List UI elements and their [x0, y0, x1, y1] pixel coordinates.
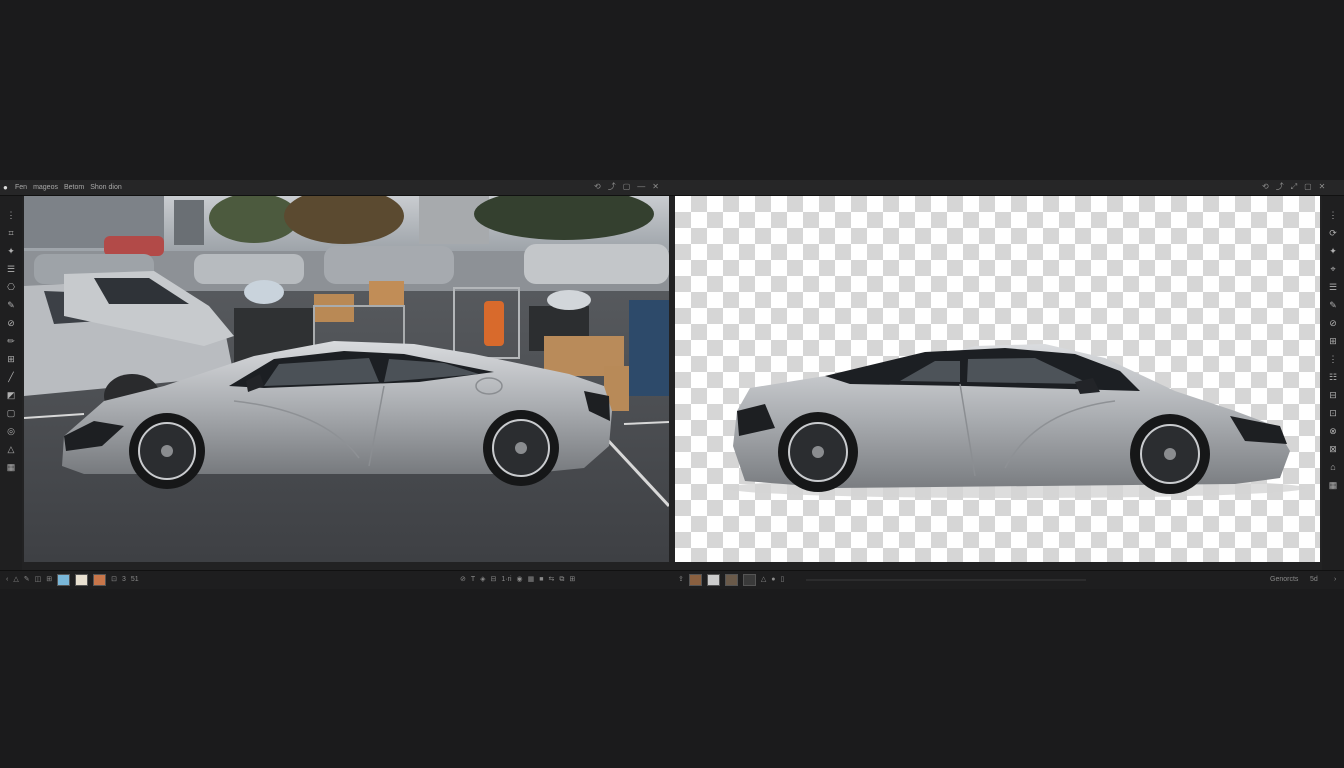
thumbnail[interactable]	[75, 574, 89, 586]
editor-window: ● Fen mageos Betom Shon dion ⟲ ⤴ ▢ — ✕ ⟲…	[0, 180, 1344, 589]
bottom-mid-tools: ⊘ T ◈ ⊟ 1·ri ◉ ▦ ■ ⇆ ⧉ ⊞	[460, 573, 575, 587]
tool-icon[interactable]: ✎	[4, 298, 18, 312]
maximize-icon[interactable]: ▢	[1304, 181, 1312, 193]
bottom-toolbar: ‹ △ ✎ ◫ ⊞ ⊡ 3 51 ⊘ T ◈ ⊟ 1·ri ◉ ▦ ■ ⇆ ⧉ …	[0, 570, 1344, 589]
undo-icon[interactable]: ⟲	[1262, 181, 1269, 193]
tool-icon[interactable]: ⊞	[4, 352, 18, 366]
tool-icon[interactable]: ⊗	[1326, 424, 1340, 438]
tool-icon[interactable]: ▦	[4, 460, 18, 474]
menu-item[interactable]: Shon dion	[90, 182, 122, 193]
tool-icon[interactable]: ⊘	[4, 316, 18, 330]
menu-item[interactable]: mageos	[33, 182, 58, 193]
original-image-canvas[interactable]	[24, 196, 669, 562]
shape-tool-icon[interactable]: △	[13, 573, 18, 587]
right-panel-controls: ⟲ ⤴ ⤢ ▢ ✕	[1262, 181, 1325, 193]
main-car-cutout	[733, 344, 1290, 494]
adjust-icon[interactable]: ◈	[480, 573, 485, 587]
text-tool-icon[interactable]: T	[471, 573, 475, 587]
status-label: 5d	[1310, 576, 1318, 583]
tool-icon[interactable]: ╱	[4, 370, 18, 384]
layers-icon[interactable]: ◫	[35, 573, 42, 587]
tool-icon[interactable]: △	[4, 442, 18, 456]
tool-icon[interactable]: ▦	[1326, 478, 1340, 492]
tool-icon[interactable]: ⊡	[1326, 406, 1340, 420]
app-logo-icon: ●	[3, 183, 8, 192]
original-photo	[24, 196, 669, 562]
tool-icon[interactable]: ✦	[1326, 244, 1340, 258]
tool-icon[interactable]: ⊠	[1326, 442, 1340, 456]
brush-tool-icon[interactable]: ✎	[24, 573, 30, 587]
fill-icon[interactable]: ▦	[528, 573, 535, 587]
tool-icon[interactable]: ☰	[4, 262, 18, 276]
close-icon[interactable]: ✕	[652, 181, 659, 193]
stop-icon[interactable]: ■	[539, 573, 543, 587]
tool-icon[interactable]: ✏	[4, 334, 18, 348]
expand-icon[interactable]: ⤢	[1291, 181, 1297, 193]
thumbnail[interactable]	[706, 574, 720, 586]
left-toolbar: ⋮ ⌗ ✦ ☰ ⎔ ✎ ⊘ ✏ ⊞ ╱ ◩ ▢ ◎ △ ▦	[0, 196, 22, 572]
bottom-text: 3	[121, 576, 126, 583]
minimize-icon[interactable]: —	[637, 181, 645, 193]
tool-icon[interactable]: ⊞	[1326, 334, 1340, 348]
status-label: Genorcts	[1270, 576, 1299, 583]
next-arrow-icon[interactable]: ›	[1334, 573, 1336, 587]
right-toolbar: ⋮ ⟳ ✦ ⌖ ☰ ✎ ⊘ ⊞ ⋮ ☷ ⊟ ⊡ ⊗ ⊠ ⌂ ▦	[1322, 196, 1344, 572]
tool-icon[interactable]: ✦	[4, 244, 18, 258]
tool-icon[interactable]: ⊘	[1326, 316, 1340, 330]
menu-item[interactable]: Betom	[64, 182, 84, 193]
grid-icon[interactable]: ⊞	[569, 573, 575, 587]
share-icon[interactable]: ⤴	[1276, 181, 1284, 193]
flip-icon[interactable]: ⇆	[549, 573, 555, 587]
shape-tool-icon[interactable]: △	[761, 573, 766, 587]
undo-icon[interactable]: ⟲	[594, 181, 601, 193]
tool-icon[interactable]: ⋮	[1326, 208, 1340, 222]
crop-icon[interactable]: ⊡	[111, 573, 117, 587]
tool-icon[interactable]: ◎	[4, 424, 18, 438]
filter-icon[interactable]: ⊘	[460, 573, 466, 587]
thumbnail[interactable]	[742, 574, 756, 586]
tool-icon[interactable]: ✎	[1326, 298, 1340, 312]
bottom-text: 51	[130, 576, 139, 583]
cutout-image-canvas[interactable]	[675, 196, 1320, 562]
bottom-right-tools: ⇪ △ ● ▯	[678, 573, 784, 587]
share-icon[interactable]: ⤴	[608, 181, 616, 193]
tool-icon[interactable]: ▢	[4, 406, 18, 420]
left-panel-controls: ⟲ ⤴ ▢ — ✕	[594, 181, 659, 193]
cutout-photo	[725, 344, 1305, 498]
timeline-track[interactable]	[806, 579, 1086, 581]
tool-icon[interactable]: ⌂	[1326, 460, 1340, 474]
close-icon[interactable]: ✕	[1319, 181, 1326, 193]
tool-icon[interactable]: ⋮	[1326, 352, 1340, 366]
tool-icon[interactable]: ⌗	[4, 226, 18, 240]
tool-icon[interactable]: ⋮	[4, 208, 18, 222]
grid-icon[interactable]: ⊞	[46, 573, 52, 587]
title-bar: ● Fen mageos Betom Shon dion ⟲ ⤴ ▢ — ✕ ⟲…	[0, 180, 1344, 196]
thumbnail[interactable]	[93, 574, 107, 586]
bottom-text: 1·ri	[501, 576, 512, 583]
bottom-left-tools: ‹ △ ✎ ◫ ⊞ ⊡ 3 51	[6, 573, 139, 587]
thumbnail[interactable]	[688, 574, 702, 586]
tool-icon[interactable]: ⟳	[1326, 226, 1340, 240]
maximize-icon[interactable]: ▢	[623, 181, 631, 193]
tool-icon[interactable]: ◩	[4, 388, 18, 402]
upload-icon[interactable]: ⇪	[678, 573, 684, 587]
mask-icon[interactable]: ◉	[517, 573, 523, 587]
menu-item[interactable]: Fen	[15, 182, 27, 193]
device-icon[interactable]: ▯	[781, 573, 785, 587]
tool-icon[interactable]: ⎔	[4, 280, 18, 294]
thumbnail[interactable]	[57, 574, 71, 586]
tool-icon[interactable]: ☷	[1326, 370, 1340, 384]
prev-arrow-icon[interactable]: ‹	[6, 573, 8, 587]
tool-icon[interactable]: ⌖	[1326, 262, 1340, 276]
thumbnail[interactable]	[724, 574, 738, 586]
menu-bar: Fen mageos Betom Shon dion	[15, 182, 122, 193]
hd-icon[interactable]: ⧉	[559, 573, 564, 587]
layers-icon[interactable]: ⊟	[491, 573, 497, 587]
tool-icon[interactable]: ☰	[1326, 280, 1340, 294]
record-icon[interactable]: ●	[771, 573, 775, 587]
tool-icon[interactable]: ⊟	[1326, 388, 1340, 402]
